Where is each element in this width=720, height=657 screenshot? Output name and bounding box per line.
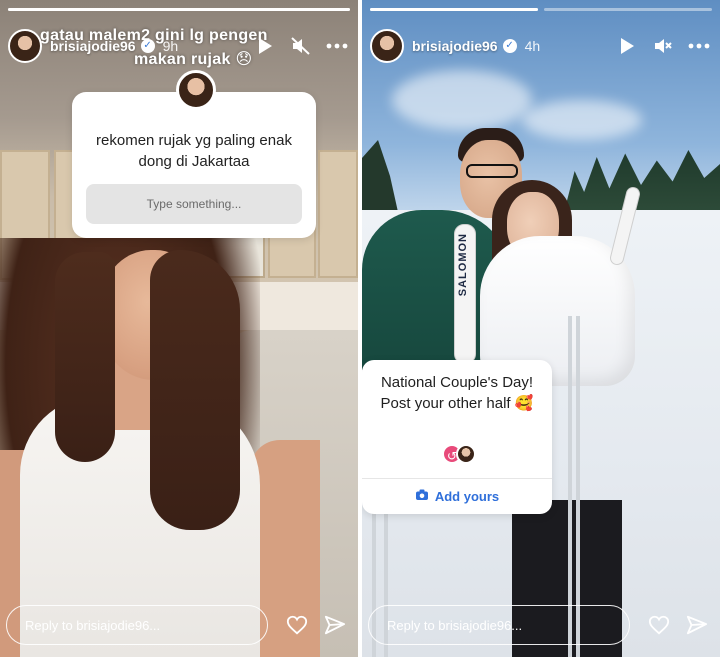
story-footer: Reply to brisiajodie96...: [368, 603, 710, 647]
kitchen-cabinet: [318, 150, 358, 278]
reply-input[interactable]: Reply to brisiajodie96...: [368, 605, 630, 645]
story-progress-bar: [544, 8, 712, 11]
participant-avatars: ↺: [442, 444, 478, 464]
story-progress-bar: [370, 8, 538, 11]
ski-brand: SALOMON: [457, 233, 469, 297]
more-icon[interactable]: [326, 35, 348, 57]
add-yours-label: Add yours: [434, 488, 500, 504]
camera-icon: [415, 489, 429, 504]
add-yours-button[interactable]: Add yours: [362, 484, 552, 508]
post-time: 9h: [162, 38, 179, 54]
send-icon[interactable]: [686, 614, 708, 636]
story-progress-bar: [8, 8, 350, 11]
stories-collage: gatau malem2 gini lg pengen makan rujak …: [0, 0, 720, 657]
story-background: SALOMON: [362, 0, 720, 657]
post-time: 4h: [524, 38, 541, 54]
participant-avatar: [456, 444, 476, 464]
story-progress-fill: [8, 8, 350, 11]
question-answer-field[interactable]: Type something...: [86, 184, 302, 224]
cloud: [392, 70, 532, 130]
verified-badge-icon: ✓: [502, 39, 517, 53]
cloud: [522, 100, 642, 140]
story-right[interactable]: SALOMON brisiajodie96 ✓ 4h National Coup…: [362, 0, 720, 657]
heart-icon[interactable]: [648, 614, 670, 636]
story-left[interactable]: gatau malem2 gini lg pengen makan rujak …: [0, 0, 358, 657]
add-yours-prompt: National Couple's Day! Post your other h…: [380, 374, 534, 412]
play-icon[interactable]: [616, 35, 638, 57]
story-footer: Reply to brisiajodie96...: [6, 603, 348, 647]
avatar[interactable]: [8, 29, 42, 63]
avatar[interactable]: [370, 29, 404, 63]
username[interactable]: brisiajodie96: [412, 38, 498, 54]
divider: [362, 478, 552, 479]
play-icon[interactable]: [254, 35, 276, 57]
more-icon[interactable]: [688, 35, 710, 57]
person-hair: [55, 252, 115, 462]
reply-input[interactable]: Reply to brisiajodie96...: [6, 605, 268, 645]
story-header: brisiajodie96 ✓ 4h: [370, 26, 710, 66]
glasses: [466, 164, 518, 178]
mute-icon[interactable]: [290, 35, 312, 57]
send-icon[interactable]: [324, 614, 346, 636]
story-progress-fill: [370, 8, 538, 11]
ski: SALOMON: [454, 224, 476, 364]
mute-icon[interactable]: [652, 35, 674, 57]
question-text: rekomen rujak yg paling enak dong di Jak…: [96, 132, 292, 170]
sticker-avatar: [176, 70, 216, 110]
story-header: brisiajodie96 ✓ 9h: [8, 26, 348, 66]
person-hair: [150, 250, 240, 530]
heart-icon[interactable]: [286, 614, 308, 636]
question-sticker[interactable]: rekomen rujak yg paling enak dong di Jak…: [72, 70, 316, 238]
verified-badge-icon: ✓: [140, 39, 155, 53]
username[interactable]: brisiajodie96: [50, 38, 136, 54]
add-yours-sticker[interactable]: National Couple's Day! Post your other h…: [362, 360, 552, 514]
